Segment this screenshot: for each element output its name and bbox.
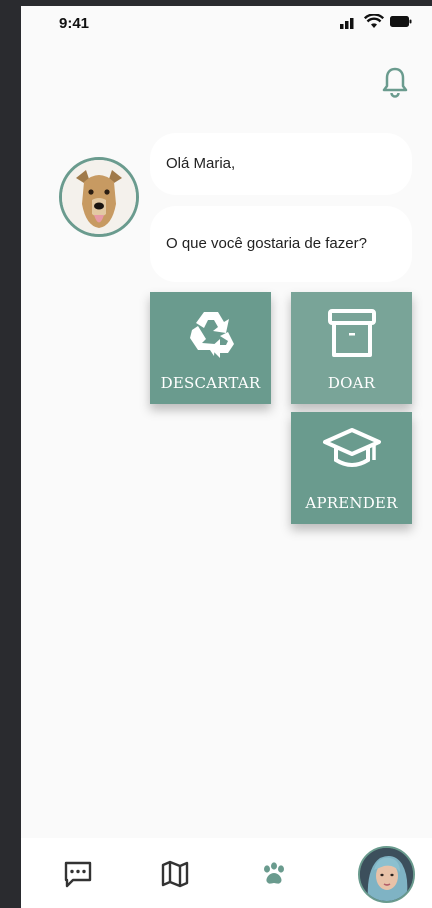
descartar-button[interactable]: DESCARTAR: [150, 292, 271, 404]
signal-icon: [340, 17, 354, 29]
doar-label: DOAR: [327, 374, 376, 392]
map-icon[interactable]: [159, 858, 191, 890]
descartar-label: DESCARTAR: [160, 374, 261, 392]
archive-box-icon: [327, 309, 376, 357]
chat-bubble-greeting: Olá Maria,: [150, 133, 412, 195]
chat-bubble-question: O que você gostaria de fazer?: [150, 206, 412, 282]
phone-screen: 9:41 Olá Maria, O que você gostaria de f…: [21, 6, 432, 908]
aprender-button[interactable]: APRENDER: [291, 412, 412, 524]
profile-avatar[interactable]: [358, 846, 415, 903]
user-photo: [360, 848, 413, 901]
battery-icon: [390, 16, 412, 27]
question-text: O que você gostaria de fazer?: [166, 235, 367, 252]
assistant-avatar: [59, 157, 139, 237]
chat-icon[interactable]: [62, 858, 94, 890]
recycle-icon: [189, 312, 234, 358]
bell-icon[interactable]: [382, 66, 408, 98]
graduation-cap-icon: [322, 428, 381, 467]
bottom-nav: [21, 838, 432, 908]
status-time: 9:41: [59, 15, 90, 32]
wifi-icon: [364, 14, 384, 28]
aprender-label: APRENDER: [305, 494, 398, 512]
status-icons: [340, 14, 412, 29]
doar-button[interactable]: DOAR: [291, 292, 412, 404]
status-bar: 9:41: [21, 6, 432, 40]
greeting-text: Olá Maria,: [166, 155, 236, 172]
dog-avatar-image: [62, 160, 136, 234]
paw-icon[interactable]: [258, 858, 290, 890]
